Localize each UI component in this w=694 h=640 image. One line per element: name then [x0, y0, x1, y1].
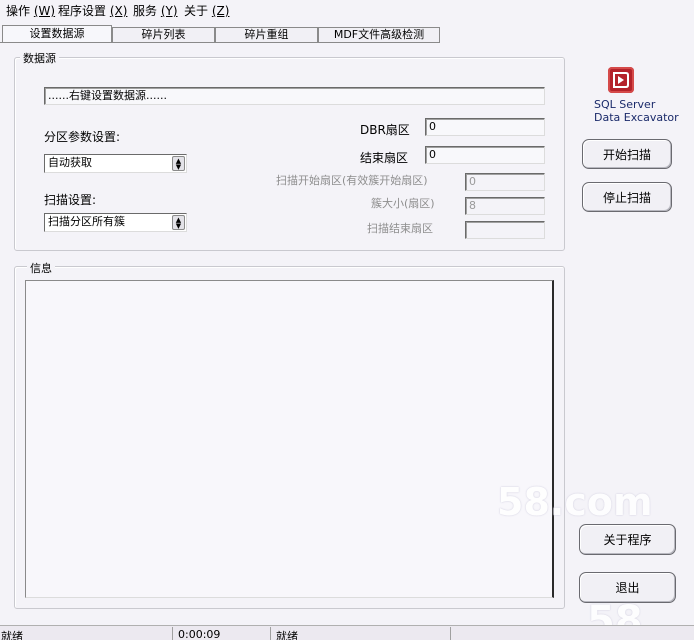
watermark-text: 58.com	[497, 480, 653, 524]
scan-start-sector-label: 扫描开始扇区(有效簇开始扇区)	[276, 174, 428, 187]
menu-about-label: 关于	[184, 4, 209, 18]
info-text-area[interactable]	[25, 280, 554, 598]
datasource-group-title: 数据源	[20, 50, 59, 66]
tab-datasource[interactable]: 设置数据源	[2, 25, 112, 43]
scan-settings-value: 扫描分区所有簇	[48, 215, 125, 228]
scan-end-sector-label: 扫描结束扇区	[367, 222, 433, 235]
about-program-button[interactable]: 关于程序	[579, 524, 676, 555]
scan-start-sector-input[interactable]: 0	[465, 173, 545, 191]
menu-settings-key: (X)	[109, 4, 128, 18]
menu-about[interactable]: 关于 (Z)	[184, 2, 229, 19]
menu-operate-label: 操作	[6, 4, 31, 18]
scan-settings-select[interactable]: 扫描分区所有簇 ▲ ▼	[44, 213, 187, 232]
partition-settings-label: 分区参数设置:	[44, 130, 121, 144]
scan-settings-label: 扫描设置:	[44, 193, 97, 207]
menu-service-label: 服务	[133, 4, 158, 18]
partition-settings-select[interactable]: 自动获取 ▲ ▼	[44, 154, 187, 173]
datasource-path-input[interactable]: ......右键设置数据源......	[44, 87, 545, 105]
partition-settings-value: 自动获取	[48, 156, 92, 169]
scan-end-sector-input[interactable]	[465, 221, 545, 239]
menu-service[interactable]: 服务 (Y)	[133, 2, 178, 19]
status-separator	[270, 627, 271, 640]
status-separator	[450, 627, 451, 640]
spin-arrows-icon[interactable]: ▲ ▼	[172, 215, 185, 230]
end-sector-label: 结束扇区	[360, 151, 409, 165]
status-ready: 就绪	[1, 630, 23, 640]
status-message: 就绪	[276, 630, 298, 640]
info-group-title: 信息	[27, 260, 55, 276]
menu-operate-key: (W)	[33, 4, 56, 18]
tab-mdf-advanced[interactable]: MDF文件高级检测	[318, 27, 440, 43]
tab-fragment-reassemble[interactable]: 碎片重组	[215, 27, 318, 43]
status-elapsed-time: 0:00:09	[178, 628, 221, 640]
start-scan-button[interactable]: 开始扫描	[582, 139, 672, 169]
tab-underline	[0, 42, 440, 43]
dbr-sector-label: DBR扇区	[360, 123, 410, 137]
menu-bar: 操作 (W) 程序设置 (X) 服务 (Y) 关于 (Z)	[0, 0, 694, 20]
cluster-size-label: 簇大小(扇区)	[371, 197, 435, 210]
stop-scan-button[interactable]: 停止扫描	[582, 182, 672, 212]
menu-about-key: (Z)	[211, 4, 230, 18]
cluster-size-input[interactable]: 8	[465, 197, 545, 215]
logo-line2: Data Excavator	[594, 111, 679, 124]
end-sector-input[interactable]: 0	[425, 146, 545, 164]
logo-line1: SQL Server	[594, 98, 656, 111]
menu-service-key: (Y)	[160, 4, 178, 18]
menu-operate[interactable]: 操作 (W)	[6, 2, 55, 19]
menu-settings-label: 程序设置	[58, 4, 107, 18]
spin-arrows-icon[interactable]: ▲ ▼	[172, 156, 185, 171]
status-separator	[172, 627, 173, 640]
dbr-sector-input[interactable]: 0	[425, 118, 545, 136]
sql-server-logo-icon	[608, 67, 634, 93]
status-bar: 就绪 0:00:09 就绪	[0, 625, 694, 640]
menu-settings[interactable]: 程序设置 (X)	[58, 2, 127, 19]
tab-fragment-list[interactable]: 碎片列表	[112, 27, 215, 43]
